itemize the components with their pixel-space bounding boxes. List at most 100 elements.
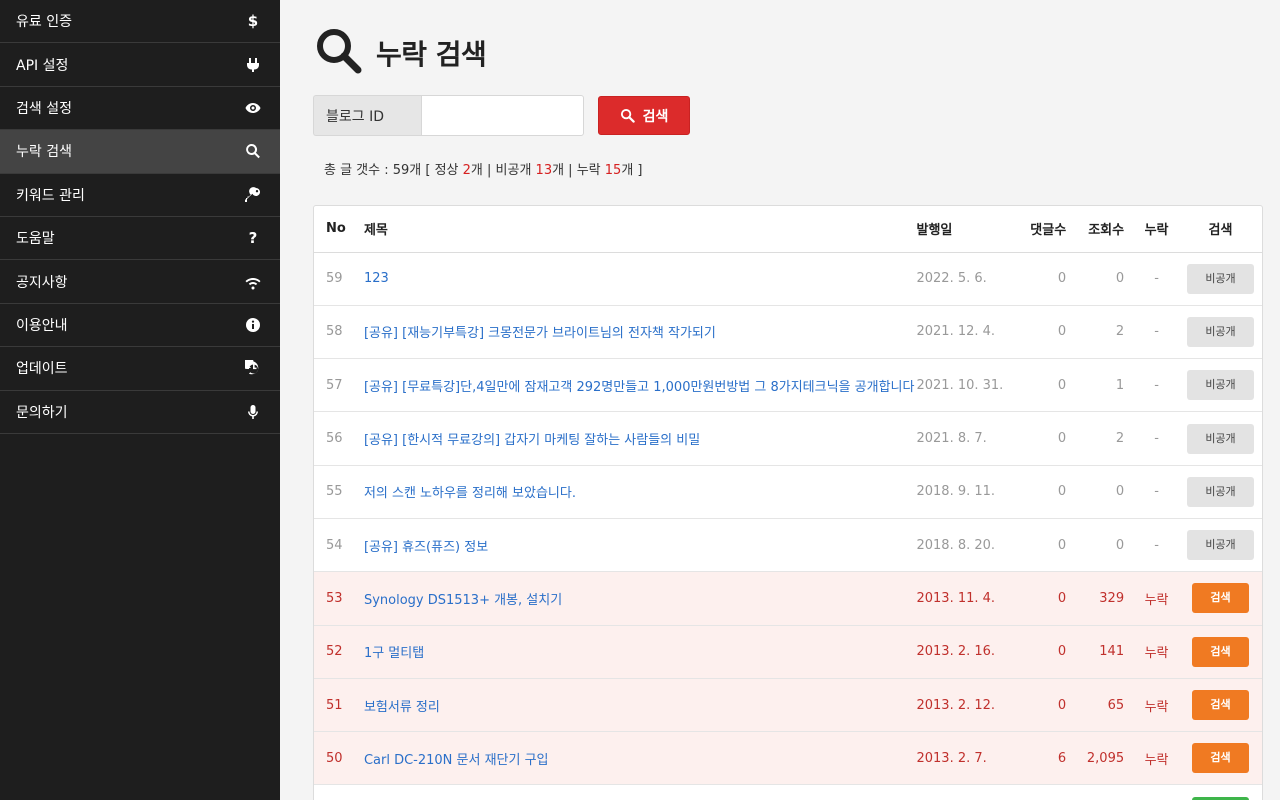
post-title-link[interactable]: 1구 멀티탭 xyxy=(364,646,424,661)
sidebar-item-api-settings[interactable]: API 설정 xyxy=(0,43,280,87)
row-views: 0 xyxy=(1066,518,1125,573)
row-private-button[interactable]: 비공개 xyxy=(1187,476,1254,507)
search-button-label: 검색 xyxy=(642,108,669,125)
dollar-icon: $ xyxy=(247,12,259,31)
post-title-link[interactable]: Synology DS1513+ 개봉, 설치기 xyxy=(364,593,562,608)
post-title-link[interactable]: Carl DC-210N 문서 재단기 구입 xyxy=(364,753,549,768)
row-action-cell: 비공개 xyxy=(1179,465,1262,519)
post-title-link[interactable]: 보험서류 정리 xyxy=(364,700,440,715)
search-icon xyxy=(244,142,262,160)
row-missing: - xyxy=(1124,465,1179,519)
header-date: 발행일 xyxy=(916,206,1017,253)
row-date: 2021. 12. 4. xyxy=(916,305,1017,360)
row-views: 329 xyxy=(1066,571,1125,626)
summary-text: 개 | 비공개 xyxy=(470,163,536,178)
table-row: 59 123 2022. 5. 6. 0 0- 비공개 xyxy=(314,252,1262,306)
row-views: 2 xyxy=(1066,305,1125,360)
row-date: 2013. 11. 4. xyxy=(916,571,1017,626)
row-no: 50 xyxy=(314,731,364,786)
search-button[interactable]: 검색 xyxy=(598,96,690,135)
row-no: 52 xyxy=(314,625,364,679)
sidebar-item-label: 누락 검색 xyxy=(16,144,72,161)
row-date: 2021. 10. 31. xyxy=(916,358,1017,413)
summary-suffix: 개 ] xyxy=(621,163,643,178)
posts-table: No 제목 발행일 댓글수 조회수 누락 검색 59 123 2022. 5. 6.… xyxy=(313,205,1263,800)
normal-count: 2 xyxy=(462,163,471,178)
table-row: 54 [공유] 휴즈(퓨즈) 정보 2018. 8. 20. 0 0- 비공개 xyxy=(314,518,1262,573)
summary-prefix: 총 글 갯수 : 59개 [ 정상 xyxy=(324,163,463,178)
key-icon xyxy=(244,186,262,204)
row-action-cell: 검색 xyxy=(1179,678,1262,733)
row-views: 2 xyxy=(1066,411,1125,466)
row-no: 51 xyxy=(314,678,364,733)
page-header: 누락 검색 xyxy=(314,26,487,80)
row-no: 54 xyxy=(314,518,364,573)
sidebar-item-label: 유료 인증 xyxy=(16,14,72,31)
sidebar: 유료 인증 $ API 설정 검색 설정 누락 검색 키워드 관리 도움말 ? … xyxy=(0,0,280,800)
page-title: 누락 검색 xyxy=(376,38,487,71)
table-row: 57 [공유] [무료특강]단,4일만에 잠재고객 292명만들고 1,000만원… xyxy=(314,358,1262,413)
row-date: 2013. 2. 16. xyxy=(916,625,1017,679)
row-title-cell: [공유] [무료특강]단,4일만에 잠재고객 292명만들고 1,000만원번방… xyxy=(363,358,917,413)
row-private-button[interactable]: 비공개 xyxy=(1187,530,1254,561)
blog-id-input[interactable] xyxy=(421,95,584,136)
table-row: 50 Carl DC-210N 문서 재단기 구입 2013. 2. 7. 6 2,09… xyxy=(314,731,1262,786)
row-search-button[interactable]: 검색 xyxy=(1192,636,1249,667)
row-title-cell: Synology DS1513+ 개봉, 설치기 xyxy=(363,571,917,626)
row-comments: 6 xyxy=(1016,731,1067,786)
row-missing: - xyxy=(1124,305,1179,360)
row-private-button[interactable]: 비공개 xyxy=(1187,370,1254,401)
post-title-link[interactable]: [공유] [무료특강]단,4일만에 잠재고객 292명만들고 1,000만원번방… xyxy=(364,380,915,395)
row-missing: - xyxy=(1124,518,1179,573)
row-views: 65 xyxy=(1066,678,1125,733)
row-comments: 0 xyxy=(1016,411,1067,466)
row-no: 53 xyxy=(314,571,364,626)
sidebar-item-update[interactable]: 업데이트 xyxy=(0,347,280,391)
sidebar-item-paid-auth[interactable]: 유료 인증 $ xyxy=(0,0,280,44)
header-no: No xyxy=(314,206,364,253)
row-search-button[interactable]: 검색 xyxy=(1192,583,1249,614)
post-title-link[interactable]: [공유] 휴즈(퓨즈) 정보 xyxy=(364,540,488,555)
row-search-button[interactable]: 검색 xyxy=(1192,743,1249,774)
sidebar-item-help[interactable]: 도움말 ? xyxy=(0,217,280,261)
sidebar-item-usage-guide[interactable]: 이용안내 xyxy=(0,304,280,348)
row-no: 58 xyxy=(314,305,364,360)
row-private-button[interactable]: 비공개 xyxy=(1187,423,1254,454)
row-missing: - xyxy=(1124,252,1179,306)
row-action-cell: 검색 xyxy=(1179,571,1262,626)
row-missing: 누락 xyxy=(1124,625,1179,679)
blog-id-label: 블로그 ID xyxy=(313,95,421,136)
row-date: 2018. 9. 11. xyxy=(916,465,1017,519)
sidebar-item-search-settings[interactable]: 검색 설정 xyxy=(0,87,280,131)
post-title-link[interactable]: [공유] [재능기부특강] 크몽전문가 브라이트님의 전자책 작가되기 xyxy=(364,326,716,341)
missing-count: 15 xyxy=(604,163,622,178)
history-icon xyxy=(244,359,262,377)
row-title-cell: [공유] [재능기부특강] 크몽전문가 브라이트님의 전자책 작가되기 xyxy=(363,305,917,360)
post-title-link[interactable]: 123 xyxy=(364,271,389,286)
row-comments: 0 xyxy=(1016,678,1067,733)
post-title-link[interactable]: [공유] [한시적 무료강의] 갑자기 마케팅 잘하는 사람들의 비밀 xyxy=(364,433,700,448)
table-header-row: No 제목 발행일 댓글수 조회수 누락 검색 xyxy=(314,206,1262,253)
post-title-link[interactable]: 저의 스캔 노하우를 정리해 보았습니다. xyxy=(364,486,576,501)
row-missing: 누락 xyxy=(1124,731,1179,786)
sidebar-item-keyword-management[interactable]: 키워드 관리 xyxy=(0,174,280,217)
row-no: 57 xyxy=(314,358,364,413)
search-icon xyxy=(314,26,364,80)
row-missing: - xyxy=(1124,411,1179,466)
sidebar-item-notice[interactable]: 공지사항 xyxy=(0,260,280,304)
row-no: 59 xyxy=(314,252,364,306)
sidebar-item-contact[interactable]: 문의하기 xyxy=(0,391,280,434)
row-private-button[interactable]: 비공개 xyxy=(1187,316,1254,347)
sidebar-item-missing-search[interactable]: 누락 검색 xyxy=(0,130,280,174)
table-row: 56 [공유] [한시적 무료강의] 갑자기 마케팅 잘하는 사람들의 비밀 202… xyxy=(314,411,1262,466)
row-action-cell: 비공개 xyxy=(1179,252,1262,306)
row-search-button[interactable]: 검색 xyxy=(1192,690,1249,721)
eye-icon xyxy=(244,99,262,117)
private-count: 13 xyxy=(535,163,553,178)
row-title-cell: 보험서류 정리 xyxy=(363,678,917,733)
row-date: 2021. 8. 7. xyxy=(916,411,1017,466)
row-comments: 0 xyxy=(1016,252,1067,306)
row-action-cell: 비공개 xyxy=(1179,358,1262,413)
row-private-button[interactable]: 비공개 xyxy=(1187,263,1254,294)
row-action-cell: 비공개 xyxy=(1179,411,1262,466)
